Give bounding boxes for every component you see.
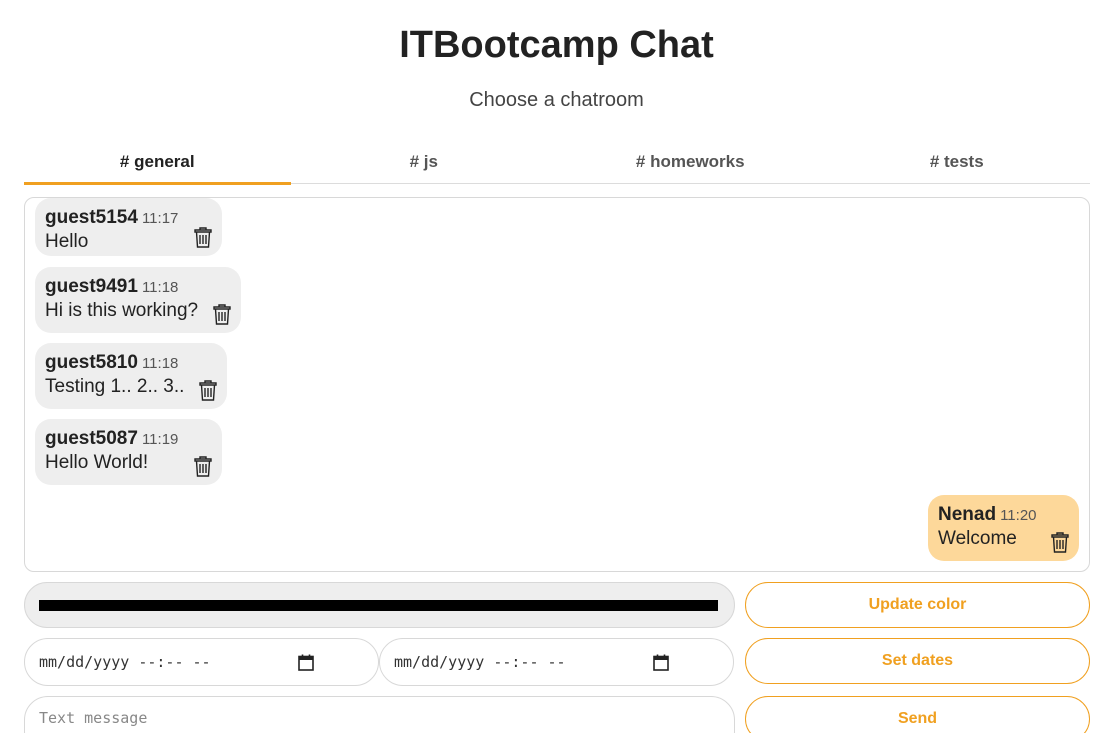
message-user: guest5810	[45, 352, 138, 373]
trash-icon[interactable]	[1051, 532, 1069, 553]
start-date-input[interactable]: mm/dd/yyyy --:-- --	[24, 638, 379, 686]
trash-icon[interactable]	[213, 304, 231, 325]
calendar-icon[interactable]	[298, 654, 314, 671]
start-date-placeholder: mm/dd/yyyy --:-- --	[39, 653, 211, 671]
page-subtitle: Choose a chatroom	[469, 89, 644, 111]
end-date-placeholder: mm/dd/yyyy --:-- --	[394, 653, 566, 671]
message-text: Hello	[45, 231, 89, 252]
chat-window[interactable]: guest5154 11:17 Hello guest9491 11:18 Hi i…	[24, 197, 1090, 572]
message-user: guest5154	[45, 207, 138, 228]
message-time: 11:20	[1000, 507, 1037, 524]
chatroom-tabs: # general # js # homeworks # tests	[24, 140, 1091, 185]
message-time: 11:17	[141, 210, 179, 227]
calendar-icon[interactable]	[653, 654, 669, 671]
message-bubble: guest5087 11:19 Hello World!	[35, 419, 222, 485]
message-time: 11:18	[141, 279, 179, 296]
update-color-button[interactable]: Update color	[745, 582, 1090, 628]
message-text: Hi is this working?	[45, 300, 199, 321]
message-bubble: guest5810 11:18 Testing 1.. 2.. 3..	[35, 343, 227, 409]
trash-icon[interactable]	[194, 456, 212, 477]
page-title: ITBootcamp Chat	[399, 24, 714, 66]
color-swatch	[39, 600, 718, 611]
message-bubble-own: Nenad 11:20 Welcome	[928, 495, 1079, 561]
message-bubble: guest5154 11:17 Hello	[35, 198, 222, 256]
message-time: 11:18	[141, 355, 179, 372]
message-bubble: guest9491 11:18 Hi is this working?	[35, 267, 241, 333]
tab-tests[interactable]: # tests	[824, 140, 1091, 183]
message-input[interactable]: Text message	[24, 696, 735, 733]
send-button[interactable]: Send	[745, 696, 1090, 733]
message-text: Hello World!	[45, 452, 149, 473]
message-text: Testing 1.. 2.. 3..	[45, 376, 185, 397]
tab-general[interactable]: # general	[24, 140, 291, 185]
color-picker[interactable]	[24, 582, 735, 628]
tab-js[interactable]: # js	[291, 140, 558, 183]
tab-homeworks[interactable]: # homeworks	[557, 140, 824, 183]
trash-icon[interactable]	[199, 380, 217, 401]
message-user: guest5087	[45, 428, 138, 449]
end-date-input[interactable]: mm/dd/yyyy --:-- --	[379, 638, 734, 686]
trash-icon[interactable]	[194, 227, 212, 248]
message-user: Nenad	[938, 504, 997, 525]
message-text: Welcome	[938, 528, 1017, 549]
set-dates-button[interactable]: Set dates	[745, 638, 1090, 684]
message-time: 11:19	[141, 431, 179, 448]
message-user: guest9491	[45, 276, 138, 297]
